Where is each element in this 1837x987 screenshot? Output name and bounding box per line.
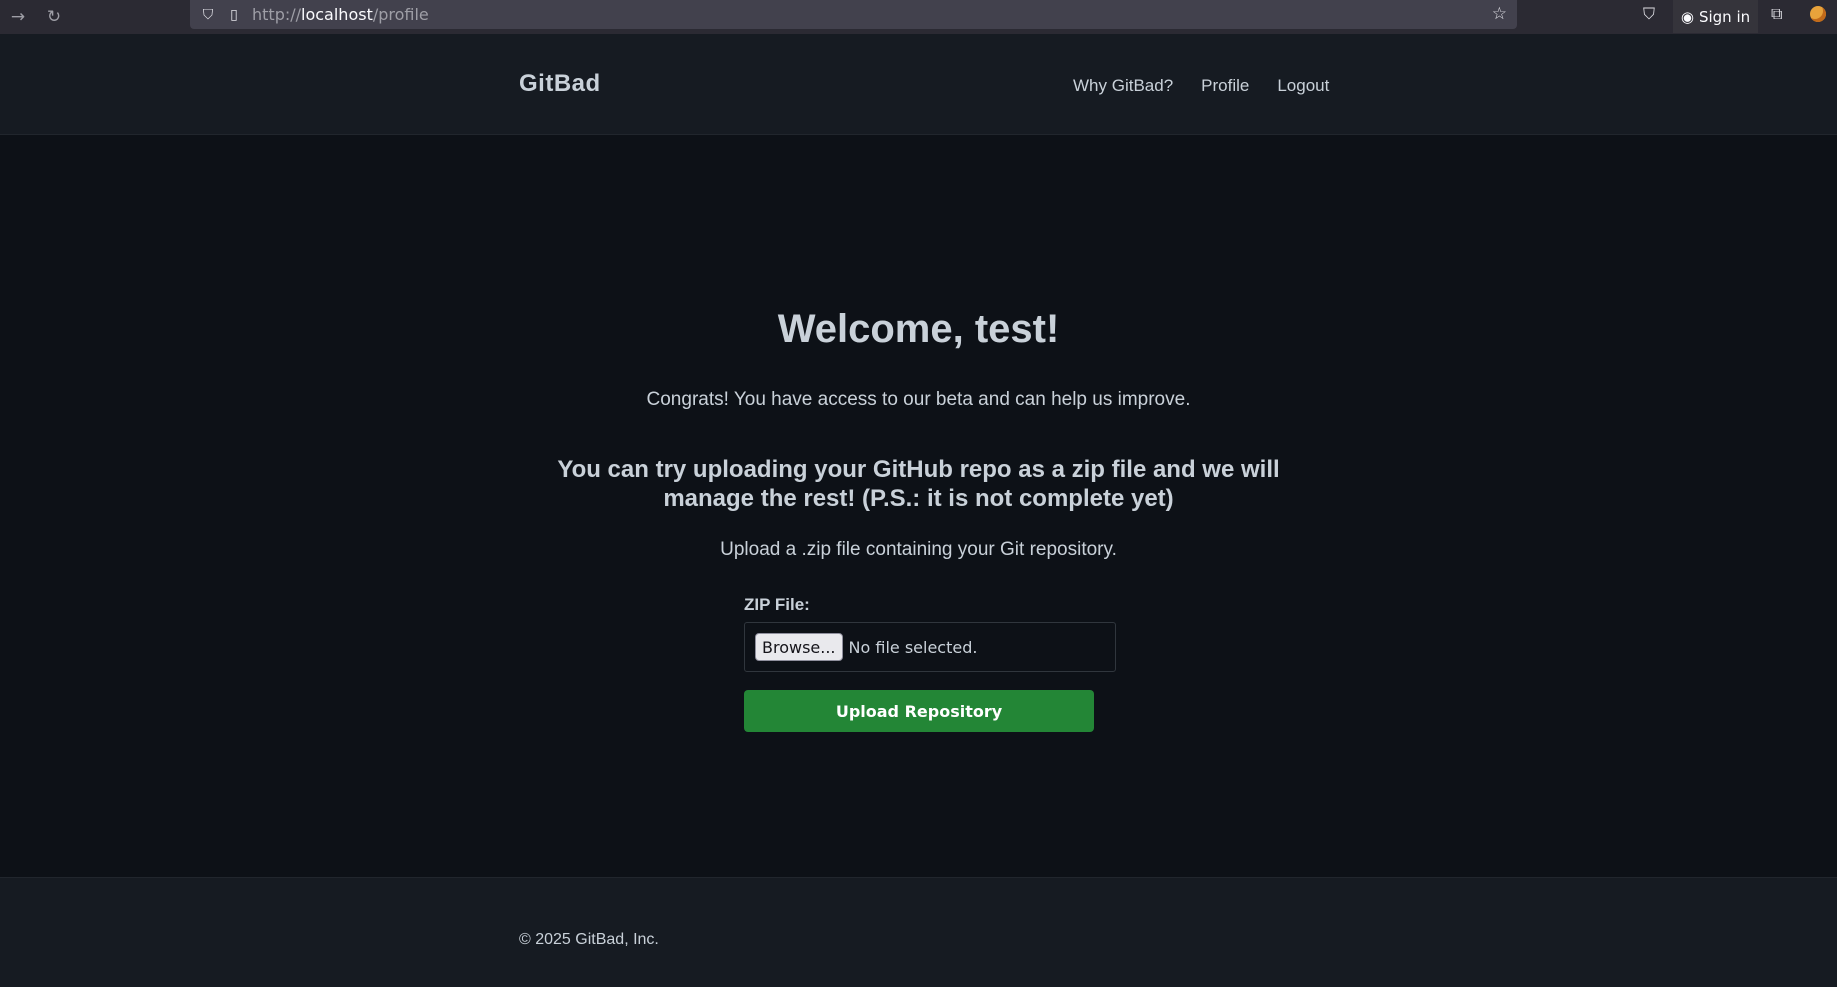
upload-repository-button[interactable]: Upload Repository [744, 690, 1094, 732]
address-bar[interactable]: ⛉ ▯ http://localhost/profile ☆ [190, 0, 1517, 29]
zip-file-input[interactable]: Browse... No file selected. [744, 622, 1116, 672]
brand-logo[interactable]: GitBad [519, 70, 601, 98]
main-content: Welcome, test! Congrats! You have access… [0, 135, 1837, 877]
browser-toolbar: → ↻ ⛉ ▯ http://localhost/profile ☆ ⛉ ◉ S… [0, 0, 1837, 35]
pocket-icon[interactable]: ⛉ [1643, 4, 1655, 24]
page-icon: ▯ [230, 6, 238, 23]
reload-icon[interactable]: ↻ [40, 4, 68, 30]
sign-in-button[interactable]: ◉ Sign in [1673, 0, 1758, 33]
profile-avatar-icon[interactable] [1810, 6, 1826, 22]
shield-icon[interactable]: ⛉ [200, 7, 216, 23]
nav-why-gitbad[interactable]: Why GitBad? [1073, 76, 1173, 96]
congrats-text: Congrats! You have access to our beta an… [646, 389, 1191, 410]
copyright-text: © 2025 GitBad, Inc. [519, 931, 659, 948]
account-icon: ◉ [1680, 7, 1694, 26]
upload-instructions: Upload a .zip file containing your Git r… [720, 539, 1117, 560]
site-footer: © 2025 GitBad, Inc. [0, 877, 1837, 987]
site-header: GitBad Why GitBad? Profile Logout [0, 34, 1837, 135]
page-title: Welcome, test! [777, 307, 1060, 351]
browse-button[interactable]: Browse... [755, 633, 843, 661]
zip-file-label: ZIP File: [744, 595, 810, 614]
file-status-text: No file selected. [848, 637, 978, 657]
upload-form: ZIP File: Browse... No file selected. Up… [744, 595, 1116, 732]
upload-heading: You can try uploading your GitHub repo a… [557, 456, 1280, 512]
forward-icon[interactable]: → [4, 4, 32, 30]
nav-profile[interactable]: Profile [1201, 76, 1249, 96]
main-nav: Why GitBad? Profile Logout [1073, 76, 1329, 96]
bookmark-star-icon[interactable]: ☆ [1492, 4, 1507, 24]
extensions-icon[interactable]: ⧉ [1771, 4, 1782, 24]
sign-in-label: Sign in [1698, 7, 1751, 26]
nav-logout[interactable]: Logout [1277, 76, 1329, 96]
url-text[interactable]: http://localhost/profile [252, 5, 429, 24]
